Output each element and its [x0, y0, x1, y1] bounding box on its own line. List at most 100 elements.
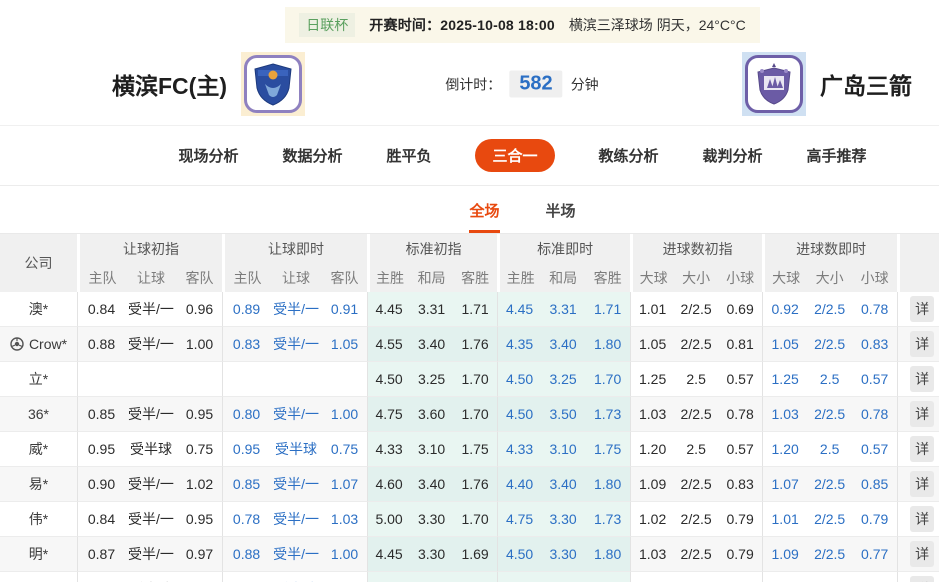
- odds-cell-standard_live: 1.80: [585, 327, 630, 362]
- odds-cell-handicap_initial: 0.95: [177, 397, 222, 432]
- odds-cell-handicap_live: 0.83: [222, 327, 270, 362]
- detail-cell: 详: [897, 502, 939, 537]
- bookmaker-name: 明*: [0, 537, 77, 572]
- odds-cell-handicap_live: 0.85: [222, 467, 270, 502]
- odds-cell-goals_live: 1.20: [762, 432, 807, 467]
- odds-cell-standard_live: 1.75: [585, 432, 630, 467]
- sub-header-handicap_live-1: 让球: [270, 264, 322, 292]
- odds-cell-handicap_initial: 0.84: [77, 292, 125, 327]
- odds-cell-goals_initial: 2/2.5: [674, 327, 718, 362]
- nav-tab-referee-analysis[interactable]: 裁判分析: [703, 145, 763, 166]
- odds-cell-handicap_initial: 0.75: [177, 432, 222, 467]
- odds-cell-standard_live: 3.30: [541, 537, 585, 572]
- odds-cell-handicap_live: 受半球: [270, 572, 322, 582]
- odds-cell-goals_initial: 0.79: [718, 502, 762, 537]
- odds-cell-goals_live: 0.60: [852, 572, 897, 582]
- table-row: 易*0.90受半/一1.020.85受半/一1.074.603.401.764.…: [0, 467, 939, 502]
- sub-header-standard_live-0: 主胜: [497, 264, 541, 292]
- odds-cell-goals_live: 1.09: [762, 537, 807, 572]
- odds-cell-standard_initial: 1.80: [453, 572, 497, 582]
- odds-cell-handicap_initial: [177, 362, 222, 397]
- group-header-standard_live: 标准即时: [497, 234, 630, 264]
- detail-button[interactable]: 详: [910, 436, 934, 462]
- sub-header-handicap_initial-2: 客队: [177, 264, 222, 292]
- nav-tab-data-analysis[interactable]: 数据分析: [282, 145, 342, 166]
- odds-cell-goals_live: 2/2.5: [807, 537, 852, 572]
- odds-cell-handicap_initial: 0.97: [177, 537, 222, 572]
- detail-button[interactable]: 详: [910, 506, 934, 532]
- sub-header-handicap_live-0: 主队: [222, 264, 270, 292]
- odds-cell-handicap_initial: [77, 362, 125, 397]
- detail-cell: 详: [897, 467, 939, 502]
- odds-cell-standard_initial: 1.70: [453, 362, 497, 397]
- detail-button[interactable]: 详: [910, 331, 934, 357]
- odds-cell-goals_live: 2.5: [807, 432, 852, 467]
- odds-cell-handicap_live: [222, 362, 270, 397]
- venue-weather: 横滨三泽球场 阴天，24°C°C: [569, 15, 746, 35]
- odds-cell-standard_live: 3.10: [541, 432, 585, 467]
- odds-cell-goals_initial: 0.60: [718, 572, 762, 582]
- odds-cell-handicap_live: 1.00: [322, 397, 367, 432]
- away-team-logo: [742, 52, 806, 116]
- odds-cell-handicap_initial: 0.90: [77, 467, 125, 502]
- odds-cell-handicap_live: 受半/一: [270, 537, 322, 572]
- odds-cell-handicap_live: 0.75: [322, 432, 367, 467]
- odds-cell-standard_initial: 4.75: [367, 397, 410, 432]
- bookmaker-name: 立*: [0, 362, 77, 397]
- tab-half-match[interactable]: 半场: [546, 200, 576, 233]
- odds-cell-goals_initial: 1.03: [630, 397, 674, 432]
- nav-tab-expert-picks[interactable]: 高手推荐: [807, 145, 867, 166]
- odds-cell-goals_initial: 2/2.5: [674, 537, 718, 572]
- table-row: 明*0.87受半/一0.970.88受半/一1.004.453.301.694.…: [0, 537, 939, 572]
- nav-tab-scene-analysis[interactable]: 现场分析: [178, 145, 238, 166]
- sub-header-handicap_live-2: 客队: [322, 264, 367, 292]
- odds-cell-standard_live: 1.73: [585, 397, 630, 432]
- period-tabs: 全场 半场: [0, 186, 939, 234]
- detail-button[interactable]: 详: [910, 471, 934, 497]
- odds-cell-handicap_live: 受半球: [270, 432, 322, 467]
- odds-cell-standard_live: 1.73: [585, 502, 630, 537]
- odds-cell-goals_initial: 2/2.5: [674, 467, 718, 502]
- odds-cell-standard_live: 1.80: [585, 467, 630, 502]
- odds-cell-standard_live: 1.70: [585, 362, 630, 397]
- odds-cell-handicap_live: 0.75: [322, 572, 367, 582]
- odds-cell-standard_live: 3.40: [541, 467, 585, 502]
- odds-cell-handicap_initial: 0.95: [77, 432, 125, 467]
- odds-cell-standard_live: 1.80: [585, 537, 630, 572]
- home-team-logo: [241, 52, 305, 116]
- odds-cell-goals_initial: 1.25: [630, 362, 674, 397]
- detail-cell: 详: [897, 362, 939, 397]
- tab-full-match[interactable]: 全场: [469, 200, 499, 233]
- detail-button[interactable]: 详: [910, 401, 934, 427]
- odds-cell-handicap_live: 1.07: [322, 467, 367, 502]
- odds-cell-goals_initial: 0.78: [718, 397, 762, 432]
- detail-button[interactable]: 详: [910, 366, 934, 392]
- odds-cell-goals_initial: 2/2.5: [674, 397, 718, 432]
- odds-cell-goals_live: 2/2.5: [807, 397, 852, 432]
- away-team-name: 广岛三箭: [820, 67, 912, 101]
- odds-cell-goals_initial: 0.57: [718, 362, 762, 397]
- odds-cell-handicap_live: 受半/一: [270, 397, 322, 432]
- odds-cell-standard_live: 4.50: [497, 397, 541, 432]
- odds-cell-standard_live: 1.71: [585, 292, 630, 327]
- nav-tab-win-draw-loss[interactable]: 胜平负: [386, 145, 431, 166]
- odds-cell-handicap_live: 0.95: [222, 572, 270, 582]
- odds-cell-handicap_live: 受半/一: [270, 292, 322, 327]
- odds-cell-goals_initial: 0.69: [718, 292, 762, 327]
- bookmaker-name: 易*: [0, 467, 77, 502]
- nav-tab-three-in-one[interactable]: 三合一: [475, 139, 554, 172]
- odds-cell-goals_live: 1.20: [762, 572, 807, 582]
- sub-header-standard_initial-2: 客胜: [453, 264, 497, 292]
- detail-button[interactable]: 详: [910, 541, 934, 567]
- odds-cell-goals_initial: 2.5: [674, 362, 718, 397]
- odds-cell-standard_live: 3.31: [541, 292, 585, 327]
- nav-tab-coach-analysis[interactable]: 教练分析: [599, 145, 659, 166]
- detail-button[interactable]: 详: [910, 576, 934, 582]
- odds-table: 公司让球初指让球即时标准初指标准即时进球数初指进球数即时主队让球客队主队让球客队…: [0, 234, 939, 582]
- odds-cell-standard_initial: 3.10: [410, 432, 453, 467]
- bookmaker-name: 威*: [0, 432, 77, 467]
- detail-button[interactable]: 详: [910, 296, 934, 322]
- odds-cell-standard_initial: 3.30: [410, 537, 453, 572]
- odds-cell-goals_initial: 0.81: [718, 327, 762, 362]
- sub-header-standard_live-1: 和局: [541, 264, 585, 292]
